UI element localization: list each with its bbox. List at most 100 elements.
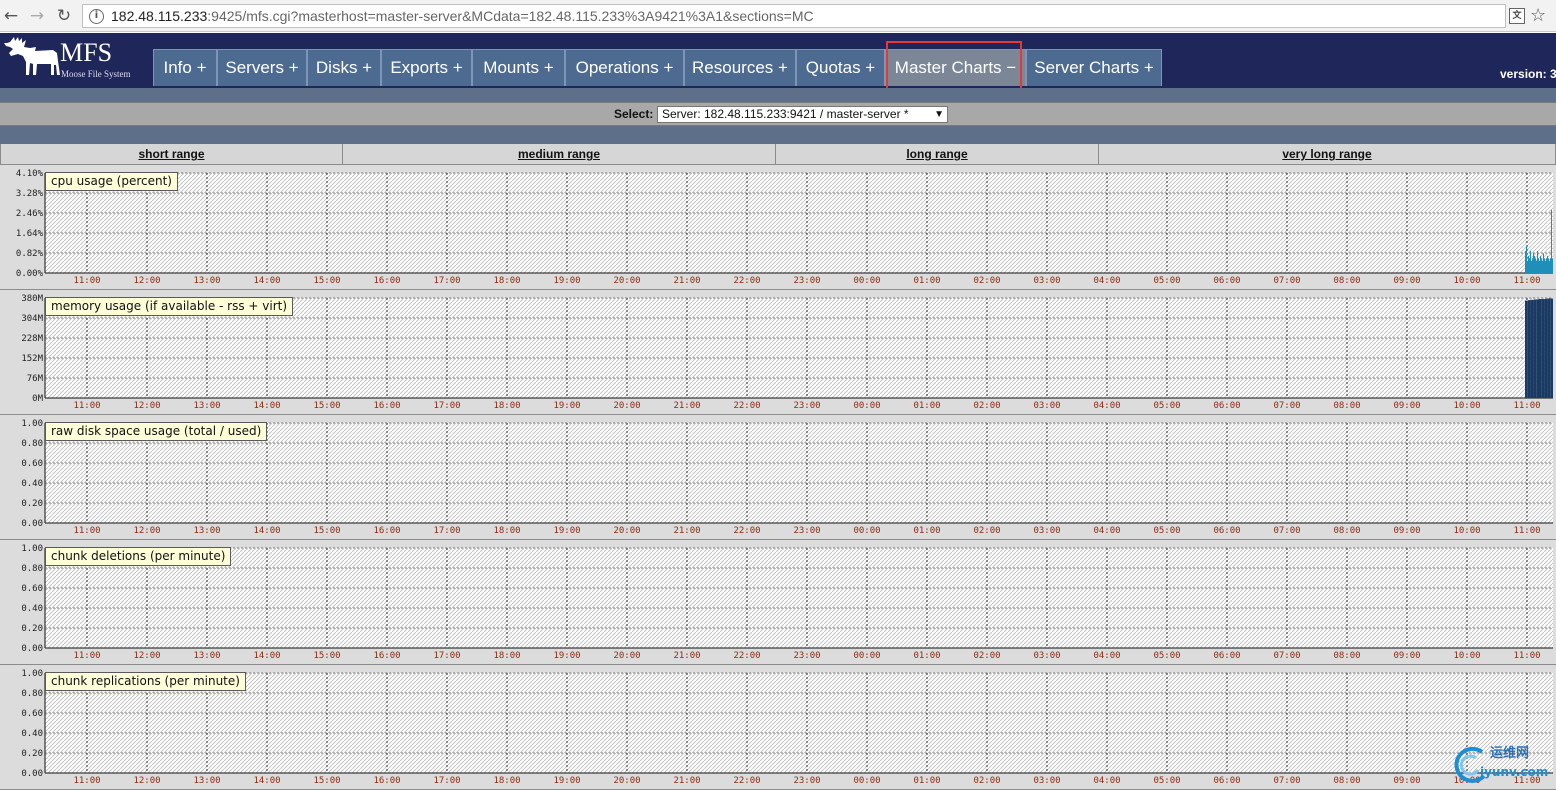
x-tick-label: 09:00 — [1393, 776, 1420, 786]
reload-icon[interactable]: ↻ — [53, 5, 75, 27]
plot-area — [45, 423, 1553, 523]
x-tick-label: 19:00 — [553, 776, 580, 786]
menu-mounts[interactable]: Mounts + — [472, 49, 565, 86]
x-tick-label: 19:00 — [553, 526, 580, 536]
x-tick-label: 05:00 — [1153, 401, 1180, 411]
menu-server-charts[interactable]: Server Charts + — [1026, 49, 1162, 86]
y-tick-label: 0.60 — [21, 584, 43, 594]
mfs-logo[interactable]: MFS Moose File System — [4, 36, 134, 84]
series-bar — [1530, 299, 1534, 398]
series-bar — [1536, 260, 1537, 273]
x-tick-label: 12:00 — [133, 776, 160, 786]
watermark-url: iyunv.com — [1480, 765, 1549, 779]
x-tick-label: 17:00 — [433, 526, 460, 536]
series-bar — [1527, 260, 1528, 273]
y-tick-label: 0.20 — [21, 624, 43, 634]
x-tick-label: 15:00 — [313, 276, 340, 286]
series-bar — [1548, 258, 1549, 273]
x-tick-label: 20:00 — [613, 401, 640, 411]
menu-disks[interactable]: Disks + — [307, 49, 381, 86]
menu-operations[interactable]: Operations + — [565, 49, 684, 86]
series-bar — [1544, 258, 1545, 273]
x-tick-label: 08:00 — [1333, 276, 1360, 286]
y-tick-label: 4.10% — [16, 169, 44, 179]
y-tick-label: 152M — [21, 354, 43, 364]
series-bar — [1539, 260, 1540, 273]
x-tick-label: 13:00 — [193, 401, 220, 411]
separator-bar — [0, 126, 1556, 144]
series-bar — [1547, 255, 1548, 273]
chart-title: raw disk space usage (total / used) — [45, 422, 268, 441]
x-tick-label: 06:00 — [1213, 401, 1240, 411]
x-tick-label: 05:00 — [1153, 276, 1180, 286]
x-tick-label: 14:00 — [253, 526, 280, 536]
y-tick-label: 380M — [21, 294, 43, 304]
x-tick-label: 00:00 — [853, 776, 880, 786]
menu-resources[interactable]: Resources + — [684, 49, 796, 86]
x-tick-label: 11:00 — [1513, 401, 1540, 411]
x-tick-label: 02:00 — [973, 776, 1000, 786]
series-bar — [1538, 258, 1539, 273]
x-tick-label: 09:00 — [1393, 276, 1420, 286]
info-icon[interactable]: i — [89, 9, 104, 24]
dropdown-arrow-icon: ▼ — [934, 109, 944, 120]
series-bar — [1539, 299, 1542, 398]
x-tick-label: 06:00 — [1213, 526, 1240, 536]
x-tick-label: 07:00 — [1273, 401, 1300, 411]
x-tick-label: 02:00 — [973, 651, 1000, 661]
range-very-long[interactable]: very long range — [1098, 144, 1556, 165]
x-tick-label: 21:00 — [673, 776, 700, 786]
x-tick-label: 18:00 — [493, 276, 520, 286]
x-tick-label: 11:00 — [1513, 276, 1540, 286]
series-bar — [1549, 260, 1550, 273]
series-bar — [1550, 258, 1551, 273]
server-select-value: Server: 182.48.115.233:9421 / master-ser… — [662, 107, 909, 121]
series-bar — [1525, 251, 1526, 273]
translate-icon[interactable]: 文 — [1509, 8, 1525, 24]
series-bar — [1552, 258, 1553, 273]
menu-exports[interactable]: Exports + — [381, 49, 472, 86]
url-path: :9425/mfs.cgi?masterhost=master-server&M… — [207, 8, 814, 24]
x-tick-label: 12:00 — [133, 526, 160, 536]
y-tick-label: 1.00 — [21, 669, 43, 679]
range-short[interactable]: short range — [0, 144, 343, 165]
back-icon[interactable]: ← — [0, 5, 22, 27]
range-long[interactable]: long range — [775, 144, 1099, 165]
series-bar — [1542, 260, 1543, 273]
x-tick-label: 03:00 — [1033, 526, 1060, 536]
y-tick-label: 0.40 — [21, 604, 43, 614]
address-bar[interactable]: i 182.48.115.233:9425/mfs.cgi?masterhost… — [82, 4, 1506, 28]
y-tick-label: 0.00 — [21, 519, 43, 529]
menu-master-charts[interactable]: Master Charts − — [885, 49, 1026, 86]
menu-servers[interactable]: Servers + — [217, 49, 307, 86]
x-tick-label: 12:00 — [133, 276, 160, 286]
x-tick-label: 07:00 — [1273, 776, 1300, 786]
x-tick-label: 17:00 — [433, 276, 460, 286]
x-tick-label: 11:00 — [73, 651, 100, 661]
x-tick-label: 23:00 — [793, 401, 820, 411]
bookmark-star-icon[interactable]: ☆ — [1530, 5, 1546, 27]
separator-bar — [0, 88, 1556, 102]
x-tick-label: 10:00 — [1453, 651, 1480, 661]
range-medium[interactable]: medium range — [342, 144, 776, 165]
logo-title: MFS — [60, 38, 113, 67]
x-tick-label: 11:00 — [73, 401, 100, 411]
series-bar — [1550, 298, 1553, 398]
menu-info[interactable]: Info + — [153, 49, 217, 86]
x-tick-label: 03:00 — [1033, 651, 1060, 661]
server-select[interactable]: Server: 182.48.115.233:9421 / master-ser… — [657, 106, 948, 123]
plot-area — [45, 548, 1553, 648]
y-tick-label: 0.40 — [21, 729, 43, 739]
select-bar: Select: Server: 182.48.115.233:9421 / ma… — [0, 102, 1556, 126]
y-tick-label: 0.40 — [21, 479, 43, 489]
x-tick-label: 09:00 — [1393, 401, 1420, 411]
menu-quotas[interactable]: Quotas + — [796, 49, 885, 86]
y-tick-label: 0.80 — [21, 564, 43, 574]
chart-title: cpu usage (percent) — [45, 172, 178, 191]
x-tick-label: 22:00 — [733, 276, 760, 286]
x-tick-label: 02:00 — [973, 526, 1000, 536]
forward-icon[interactable]: → — [26, 5, 48, 27]
y-tick-label: 3.28% — [16, 189, 44, 199]
x-tick-label: 05:00 — [1153, 651, 1180, 661]
x-tick-label: 11:00 — [1513, 526, 1540, 536]
